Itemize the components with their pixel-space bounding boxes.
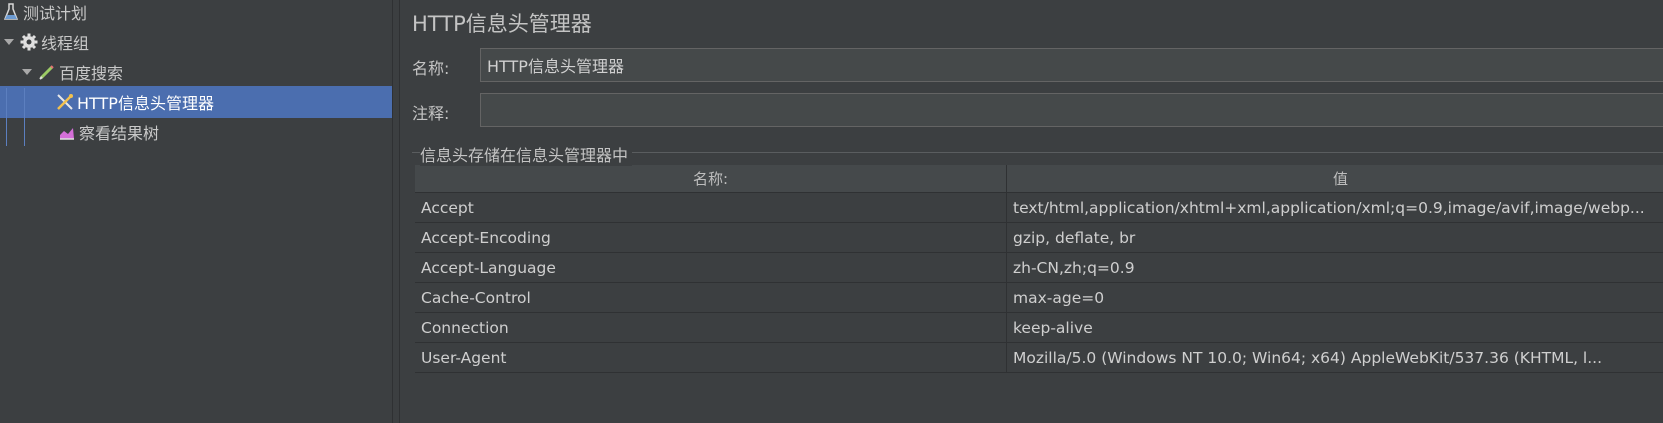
table-row[interactable]: Accept-Encoding gzip, deflate, br: [415, 223, 1663, 253]
header-value-cell[interactable]: max-age=0: [1007, 283, 1663, 313]
header-name-cell[interactable]: Accept: [415, 193, 1007, 223]
headers-table: 名称: 值 Accept text/html,application/xhtml…: [415, 165, 1663, 373]
tree-item-http-header-manager[interactable]: HTTP信息头管理器: [0, 86, 392, 118]
comment-field[interactable]: [480, 93, 1663, 127]
gear-icon: [20, 33, 38, 51]
tree-item-label: 线程组: [41, 34, 90, 53]
tree-item-label: HTTP信息头管理器: [77, 94, 214, 113]
table-header-row: 名称: 值: [415, 165, 1663, 193]
header-value-cell[interactable]: gzip, deflate, br: [1007, 223, 1663, 253]
table-row[interactable]: User-Agent Mozilla/5.0 (Windows NT 10.0;…: [415, 343, 1663, 373]
header-manager-panel: HTTP信息头管理器 名称: HTTP信息头管理器 注释: 信息头存储在信息头管…: [400, 0, 1663, 423]
column-header-name[interactable]: 名称:: [415, 165, 1007, 193]
graph-icon: [58, 123, 76, 141]
header-value-cell[interactable]: Mozilla/5.0 (Windows NT 10.0; Win64; x64…: [1007, 343, 1663, 373]
header-value-cell[interactable]: zh-CN,zh;q=0.9: [1007, 253, 1663, 283]
tree-guide-line: [6, 88, 7, 146]
expand-arrow-icon[interactable]: [22, 69, 32, 75]
table-row[interactable]: Cache-Control max-age=0: [415, 283, 1663, 313]
panel-splitter[interactable]: [392, 0, 400, 423]
table-row[interactable]: Accept text/html,application/xhtml+xml,a…: [415, 193, 1663, 223]
header-value-cell[interactable]: text/html,application/xhtml+xml,applicat…: [1007, 193, 1663, 223]
tree-item-baidu-search[interactable]: 百度搜索: [0, 56, 392, 88]
column-header-value[interactable]: 值: [1007, 165, 1663, 193]
header-name-cell[interactable]: Accept-Encoding: [415, 223, 1007, 253]
tree-item-label: 察看结果树: [79, 124, 160, 143]
tree-item-thread-group[interactable]: 线程组: [0, 26, 392, 58]
flask-icon: [2, 3, 20, 21]
tree-item-test-plan[interactable]: 测试计划: [0, 0, 392, 28]
tree-guide-line: [24, 88, 25, 146]
header-name-cell[interactable]: Connection: [415, 313, 1007, 343]
table-row[interactable]: Connection keep-alive: [415, 313, 1663, 343]
expand-arrow-icon[interactable]: [4, 39, 14, 45]
tree-item-view-results-tree[interactable]: 察看结果树: [0, 116, 392, 148]
header-value-cell[interactable]: keep-alive: [1007, 313, 1663, 343]
name-field[interactable]: HTTP信息头管理器: [480, 48, 1663, 82]
tools-icon: [56, 93, 74, 111]
jmeter-window: 测试计划 线程组 百度搜索 HTTP信息头管理器 察看结果树 HTTP信息头管理…: [0, 0, 1663, 423]
test-plan-tree: 测试计划 线程组 百度搜索 HTTP信息头管理器 察看结果树: [0, 0, 392, 423]
page-title: HTTP信息头管理器: [412, 12, 592, 36]
comment-label: 注释:: [412, 104, 450, 123]
header-name-cell[interactable]: User-Agent: [415, 343, 1007, 373]
header-name-cell[interactable]: Accept-Language: [415, 253, 1007, 283]
name-label: 名称:: [412, 59, 450, 78]
table-row[interactable]: Accept-Language zh-CN,zh;q=0.9: [415, 253, 1663, 283]
tree-item-label: 测试计划: [23, 4, 88, 23]
header-name-cell[interactable]: Cache-Control: [415, 283, 1007, 313]
headers-group-title: 信息头存储在信息头管理器中: [420, 142, 633, 166]
tree-item-label: 百度搜索: [59, 64, 124, 83]
pen-icon: [38, 63, 56, 81]
